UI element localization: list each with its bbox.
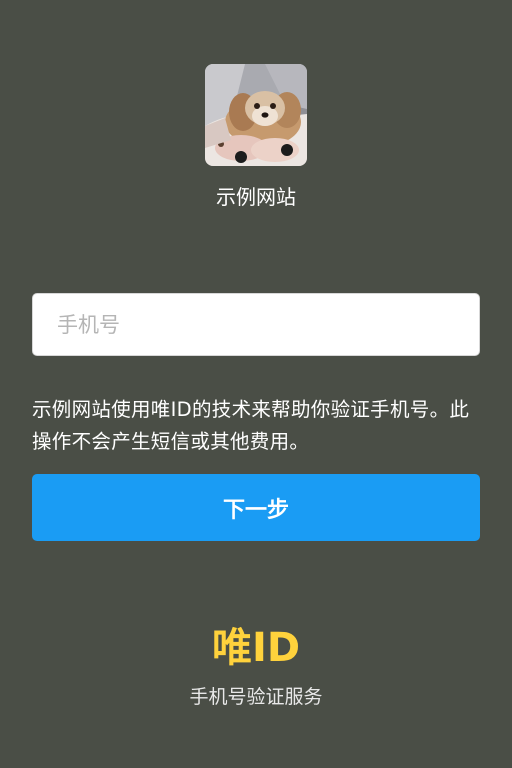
phone-number-input[interactable] xyxy=(32,293,480,356)
service-description: 手机号验证服务 xyxy=(189,686,323,708)
app-name: 示例网站 xyxy=(216,185,296,209)
verification-page: 示例网站 示例网站使用唯ID的技术来帮助你验证手机号。此操作不会产生短信或其他费… xyxy=(0,0,512,768)
privacy-notice: 示例网站使用唯ID的技术来帮助你验证手机号。此操作不会产生短信或其他费用。 xyxy=(32,398,470,453)
app-logo-dog-photo-icon xyxy=(205,64,307,166)
next-step-button[interactable]: 下一步 xyxy=(32,474,480,541)
brand-name: 唯ID xyxy=(211,625,301,671)
